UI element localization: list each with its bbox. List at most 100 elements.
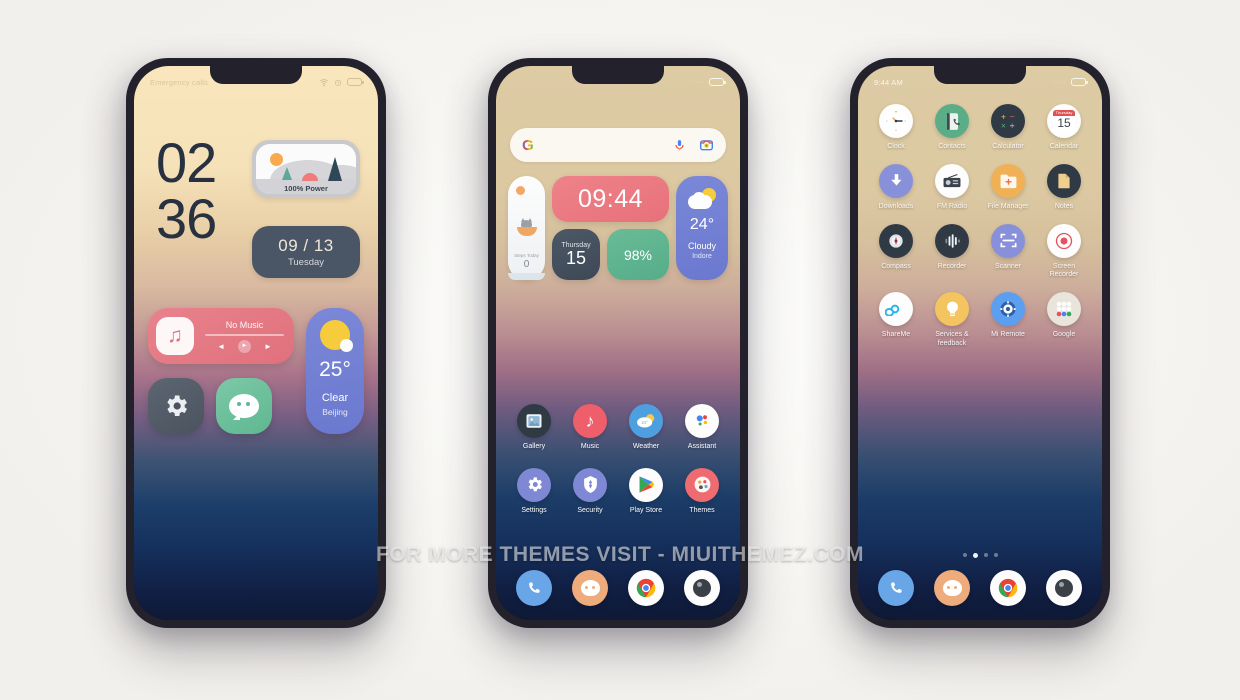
music-widget[interactable]: ♫ No Music ◄ ► ► (148, 308, 294, 364)
calendar-battery-row: Thursday 15 98% (552, 229, 669, 280)
dock-app-chrome[interactable] (980, 570, 1036, 606)
calendar-page-glyph: Thursday 15 (1053, 110, 1075, 132)
steps-widget[interactable]: Steps Today 0 (508, 176, 545, 280)
play-store-icon (629, 467, 663, 502)
page-dot[interactable] (993, 553, 998, 557)
status-time: 9:44 AM (874, 77, 903, 87)
signal-dots-icon: ···· (691, 78, 705, 86)
weather-condition: Cloudy (687, 241, 716, 251)
dock-app-messages[interactable] (924, 570, 980, 606)
scan-frame-glyph (1000, 233, 1016, 248)
security-icon (573, 467, 607, 502)
calendar-icon: Thursday 15 (1047, 104, 1081, 138)
wechat-shortcut-tile[interactable] (216, 378, 272, 434)
music-progress-bar[interactable] (205, 333, 284, 336)
app-label: Play Store (629, 506, 663, 514)
app-label: Services & feedback (935, 331, 969, 347)
notch (210, 66, 302, 84)
fm-radio-icon (935, 163, 969, 198)
app-scanner[interactable]: Scanner (980, 223, 1036, 281)
google-search-bar[interactable]: G (510, 128, 726, 162)
app-recorder[interactable]: Recorder (924, 223, 980, 281)
chrome-icon (628, 570, 664, 606)
cloud-shape (688, 195, 712, 209)
palette-glyph (694, 476, 710, 493)
app-label: Mi Remote (991, 331, 1025, 338)
app-assistant[interactable]: Assistant (674, 404, 730, 452)
microphone-icon[interactable] (673, 138, 686, 153)
previous-track-icon[interactable]: ◄ (217, 342, 225, 351)
operators-glyph: + − × ÷ (1001, 111, 1015, 130)
notes-icon (1047, 163, 1081, 198)
weather-widget[interactable]: 24° Cloudy Indore (676, 176, 728, 280)
emergency-calls-label[interactable]: Emergency calls (150, 78, 208, 87)
weekday-value: Tuesday (287, 257, 325, 268)
calendar-widget[interactable]: Thursday 15 (552, 229, 600, 280)
weather-condition: Clear (321, 392, 349, 404)
app-fm-radio[interactable]: FM Radio (924, 163, 980, 212)
music-icon: ♪ (573, 404, 607, 438)
app-mi-remote[interactable]: Mi Remote (980, 292, 1036, 349)
app-security[interactable]: Security (562, 467, 618, 516)
compass-dial-glyph (889, 233, 903, 248)
app-screen-recorder[interactable]: Screen Recorder (1036, 223, 1092, 281)
power-widget[interactable]: 100% Power (252, 140, 360, 198)
chrome-glyph (998, 578, 1018, 598)
app-settings[interactable]: Settings (506, 467, 562, 516)
recorder-icon (935, 223, 969, 258)
app-label: Recorder (937, 262, 967, 270)
mi-remote-icon (991, 292, 1025, 326)
wechat-icon (229, 394, 259, 420)
power-widget-label: 100% Power (284, 184, 328, 193)
clock-widget[interactable]: 09:44 (552, 176, 669, 222)
app-weather[interactable]: 24° Weather (618, 404, 674, 452)
page-dot[interactable] (983, 553, 988, 557)
partly-cloudy-icon (687, 188, 717, 210)
next-track-icon[interactable]: ► (264, 342, 272, 351)
google-lens-icon[interactable] (699, 138, 714, 152)
date-widget[interactable]: 09 / 13 Tuesday (252, 226, 360, 278)
app-google-folder[interactable]: Google (1036, 292, 1092, 349)
dock-app-messages[interactable] (562, 570, 618, 606)
app-label: FM Radio (936, 202, 968, 210)
dock-app-phone[interactable] (868, 570, 924, 606)
screen-lockscreen: Emergency calls 02 36 100% Power 09 / 13… (134, 66, 378, 620)
weather-widget[interactable]: 25° Clear Beijing (306, 308, 364, 434)
app-services-feedback[interactable]: Services & feedback (924, 292, 980, 349)
lockscreen-clock: 02 36 (156, 135, 217, 248)
app-label: File Manager (987, 202, 1029, 210)
app-clock[interactable]: Clock (868, 104, 924, 152)
app-gallery[interactable]: Gallery (506, 404, 562, 452)
weather-icon: 24° (629, 404, 663, 438)
app-calendar[interactable]: Thursday 15 Calendar (1036, 104, 1092, 152)
app-file-manager[interactable]: File Manager (980, 163, 1036, 212)
notch (934, 66, 1026, 84)
app-notes[interactable]: Notes (1036, 163, 1092, 212)
app-contacts[interactable]: Contacts (924, 104, 980, 152)
dock-app-phone[interactable] (506, 570, 562, 606)
weather-city: Beijing (322, 407, 348, 417)
page-dot-active[interactable] (972, 553, 978, 558)
dock-app-chrome[interactable] (618, 570, 674, 606)
clock-calendar-battery-group: 09:44 Thursday 15 98% (552, 176, 669, 280)
app-compass[interactable]: Compass (868, 223, 924, 281)
app-shareme[interactable]: ShareMe (868, 292, 924, 349)
app-music[interactable]: ♪ Music (562, 404, 618, 452)
page-indicator[interactable] (858, 553, 1102, 558)
power-widget-scene: 100% Power (256, 144, 356, 194)
dock-app-camera[interactable] (674, 570, 730, 606)
page-dot[interactable] (962, 553, 967, 557)
app-themes[interactable]: Themes (674, 467, 730, 516)
play-icon[interactable]: ► (238, 339, 251, 353)
app-calculator[interactable]: + − × ÷ Calculator (980, 104, 1036, 152)
app-downloads[interactable]: Downloads (868, 163, 924, 212)
dock-app-camera[interactable] (1036, 570, 1092, 606)
note-page-glyph (1058, 173, 1070, 188)
app-play-store[interactable]: Play Store (618, 467, 674, 516)
app-label: Assistant (687, 443, 717, 450)
lens-glyph (693, 579, 711, 597)
settings-shortcut-tile[interactable] (148, 378, 204, 434)
battery-indicator (1071, 78, 1088, 86)
app-label: Clock (887, 143, 905, 150)
battery-widget[interactable]: 98% (607, 229, 669, 280)
